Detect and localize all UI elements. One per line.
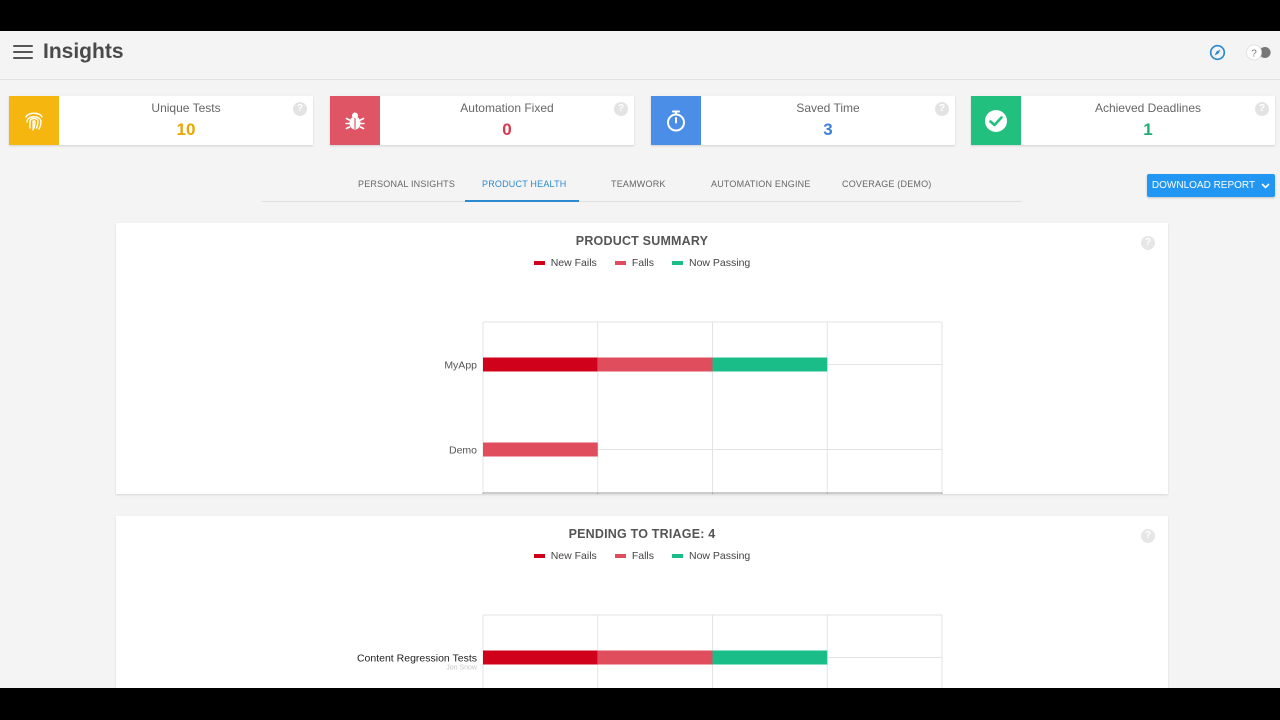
- bug-icon: [345, 112, 365, 129]
- help-icon[interactable]: ?: [614, 102, 628, 116]
- category-sublabel: Jon Snow: [446, 665, 478, 672]
- stat-tile: [9, 96, 59, 145]
- help-icon[interactable]: ?: [293, 102, 307, 116]
- page-title: Insights: [43, 40, 124, 63]
- top-header: Insights ?: [0, 31, 1280, 80]
- tab-product-health[interactable]: PRODUCT HEALTH: [482, 179, 566, 189]
- chevron-down-icon: [1261, 182, 1270, 189]
- tab-automation-engine[interactable]: AUTOMATION ENGINE: [711, 179, 811, 189]
- insights-tabs: PERSONAL INSIGHTS PRODUCT HEALTH TEAMWOR…: [262, 171, 1022, 202]
- download-report-button[interactable]: DOWNLOAD REPORT: [1147, 174, 1275, 197]
- tab-teamwork[interactable]: TEAMWORK: [611, 179, 666, 189]
- stat-label: Unique Tests: [151, 101, 221, 115]
- bar-segment[interactable]: [597, 357, 713, 372]
- stat-value: 3: [823, 120, 833, 139]
- stat-card-unique-tests: Unique Tests 10 ?: [9, 96, 313, 145]
- stat-value: 10: [176, 120, 196, 139]
- check-circle-icon: [985, 109, 1007, 132]
- svg-text:?: ?: [1251, 48, 1257, 59]
- fingerprint-icon: [25, 112, 43, 131]
- active-tab-indicator: [465, 200, 579, 202]
- category-label: Content Regression Tests: [357, 653, 477, 665]
- stat-value: 1: [1143, 120, 1153, 139]
- stat-label: Saved Time: [796, 101, 860, 115]
- bar-segment[interactable]: [483, 442, 598, 457]
- app-viewport: Insights ? Unique Tests 10 ? Automation …: [0, 31, 1280, 688]
- stat-card-achieved-deadlines: Achieved Deadlines 1 ?: [971, 96, 1275, 145]
- stat-label: Achieved Deadlines: [1094, 101, 1202, 115]
- bar-segment[interactable]: [597, 650, 713, 665]
- help-icon[interactable]: ?: [1255, 102, 1269, 116]
- help-toggle-icon[interactable]: ?: [1245, 44, 1273, 61]
- product-summary-panel: PRODUCT SUMMARY ? New Fails Falls Now Pa…: [116, 223, 1168, 494]
- bar-segment[interactable]: [712, 357, 828, 372]
- video-letterbox-bottom: [0, 688, 1280, 720]
- stat-tile: [330, 96, 380, 145]
- category-label: Demo: [449, 445, 477, 457]
- download-report-label: DOWNLOAD REPORT: [1151, 180, 1256, 191]
- stat-tile: [971, 96, 1021, 145]
- pending-to-triage-panel: PENDING TO TRIAGE: 4 ? New Fails Falls N…: [116, 516, 1168, 688]
- tab-coverage-demo[interactable]: COVERAGE (DEMO): [842, 179, 932, 189]
- stat-label: Automation Fixed: [460, 101, 554, 115]
- stopwatch-icon: [667, 110, 685, 131]
- category-label: MyApp: [444, 360, 477, 372]
- bar-segment[interactable]: [483, 357, 598, 372]
- stat-card-saved-time: Saved Time 3 ?: [651, 96, 955, 145]
- help-icon[interactable]: ?: [935, 102, 949, 116]
- stat-tile: [651, 96, 701, 145]
- product-summary-chart: MyAppDemo01234: [444, 321, 943, 494]
- hamburger-menu-icon[interactable]: [13, 45, 33, 59]
- stat-value: 0: [502, 120, 512, 139]
- stat-card-automation-fixed: Automation Fixed 0 ?: [330, 96, 634, 145]
- tab-personal-insights[interactable]: PERSONAL INSIGHTS: [358, 179, 455, 189]
- bar-segment[interactable]: [712, 650, 828, 665]
- bar-segment[interactable]: [483, 650, 598, 665]
- pending-to-triage-chart: Content Regression TestsJon Snow: [357, 614, 943, 688]
- compass-icon[interactable]: [1209, 44, 1226, 61]
